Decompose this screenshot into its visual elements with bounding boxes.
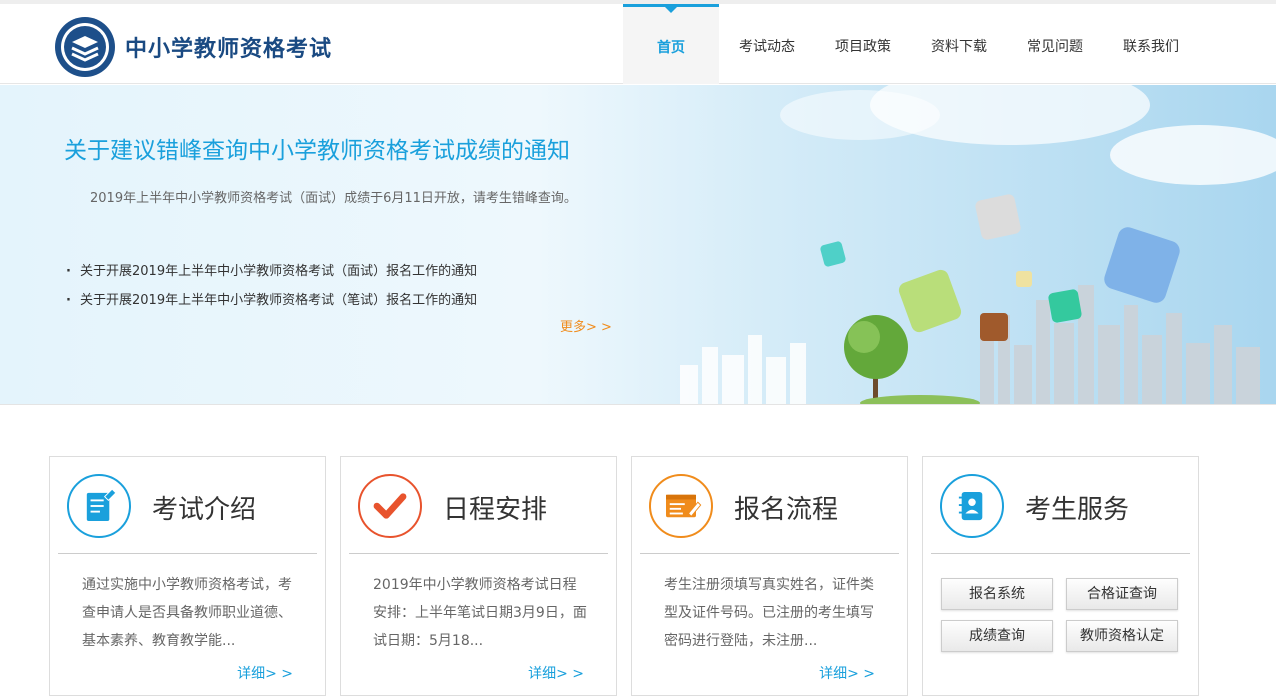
card-candidate-services: 考生服务 报名系统 合格证查询 成绩查询 教师资格认定 [922, 456, 1199, 696]
banner-headline[interactable]: 关于建议错峰查询中小学教师资格考试成绩的通知 [64, 131, 570, 165]
nav-contact[interactable]: 联系我们 [1103, 4, 1199, 84]
document-edit-icon [67, 474, 131, 538]
news-item[interactable]: 关于开展2019年上半年中小学教师资格考试（面试）报名工作的通知 [64, 257, 477, 286]
card-title[interactable]: 日程安排 [443, 489, 547, 526]
card-details-link[interactable]: 详细> > [528, 663, 584, 683]
nav-exam-news[interactable]: 考试动态 [719, 4, 815, 84]
card-divider [931, 553, 1190, 554]
site-logo[interactable]: 中小学教师资格考试 [54, 16, 332, 78]
news-item[interactable]: 关于开展2019年上半年中小学教师资格考试（笔试）报名工作的通知 [64, 286, 477, 315]
card-description: 2019年中小学教师资格考试日程安排：上半年笔试日期3月9日，面试日期：5月18… [373, 577, 587, 649]
registration-form-icon [649, 474, 713, 538]
card-details-link[interactable]: 详细> > [819, 663, 875, 683]
banner-more-link[interactable]: 更多> > [560, 316, 612, 335]
nav-faq[interactable]: 常见问题 [1007, 4, 1103, 84]
card-title[interactable]: 报名流程 [734, 489, 838, 526]
card-divider [640, 553, 899, 554]
site-header: 中小学教师资格考试 首页 考试动态 项目政策 资料下载 常见问题 联系我们 [0, 4, 1276, 84]
card-title[interactable]: 考试介绍 [152, 489, 256, 526]
main-nav: 首页 考试动态 项目政策 资料下载 常见问题 联系我们 [623, 4, 1199, 84]
certificate-query-button[interactable]: 合格证查询 [1066, 578, 1178, 610]
score-query-button[interactable]: 成绩查询 [941, 620, 1053, 652]
city-illustration [680, 85, 1276, 404]
teacher-qualification-button[interactable]: 教师资格认定 [1066, 620, 1178, 652]
checkmark-icon [358, 474, 422, 538]
banner: 关于建议错峰查询中小学教师资格考试成绩的通知 2019年上半年中小学教师资格考试… [0, 85, 1276, 405]
contacts-book-icon [940, 474, 1004, 538]
card-description: 通过实施中小学教师资格考试，考查申请人是否具备教师职业道德、基本素养、教育教学能… [82, 577, 292, 649]
site-title: 中小学教师资格考试 [125, 37, 333, 62]
card-registration: 报名流程 考生注册须填写真实姓名，证件类型及证件号码。已注册的考生填写密码进行登… [631, 456, 908, 696]
exam-seal-logo-icon [55, 17, 115, 77]
nav-policy[interactable]: 项目政策 [815, 4, 911, 84]
banner-news-list: 关于开展2019年上半年中小学教师资格考试（面试）报名工作的通知 关于开展201… [64, 257, 477, 315]
card-title[interactable]: 考生服务 [1025, 489, 1129, 526]
card-schedule: 日程安排 2019年中小学教师资格考试日程安排：上半年笔试日期3月9日，面试日期… [340, 456, 617, 696]
card-exam-intro: 考试介绍 通过实施中小学教师资格考试，考查申请人是否具备教师职业道德、基本素养、… [49, 456, 326, 696]
card-details-link[interactable]: 详细> > [237, 663, 293, 683]
banner-summary: 2019年上半年中小学教师资格考试（面试）成绩于6月11日开放，请考生错峰查询。 [90, 191, 577, 206]
nav-home[interactable]: 首页 [623, 4, 719, 84]
card-description: 考生注册须填写真实姓名，证件类型及证件号码。已注册的考生填写密码进行登陆，未注册… [664, 577, 874, 649]
registration-system-button[interactable]: 报名系统 [941, 578, 1053, 610]
card-divider [349, 553, 608, 554]
card-divider [58, 553, 317, 554]
nav-downloads[interactable]: 资料下载 [911, 4, 1007, 84]
